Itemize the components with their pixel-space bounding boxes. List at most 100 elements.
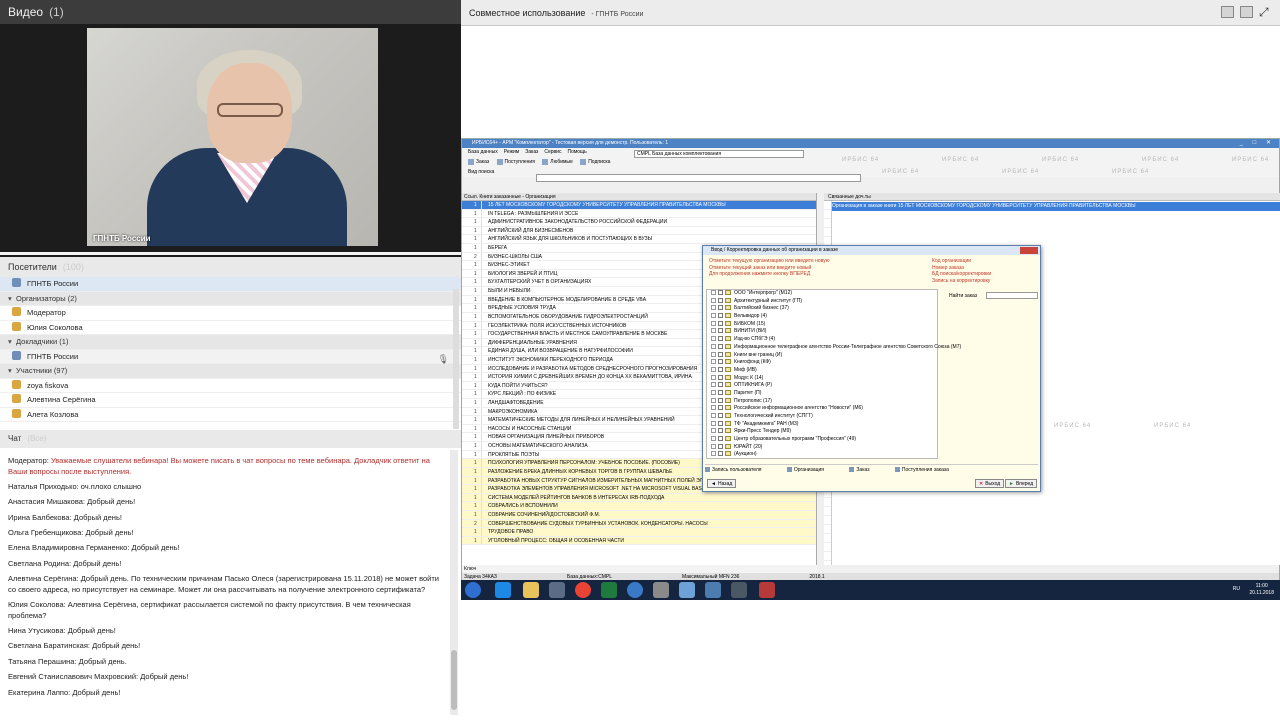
tool-icon[interactable] <box>653 582 669 598</box>
next-button[interactable]: ► Вперед <box>1005 479 1038 488</box>
expand-icon[interactable] <box>711 297 716 303</box>
tree-item[interactable]: Книги вне границ (И) <box>707 351 937 360</box>
tree-item[interactable]: (Аукцион) <box>707 451 937 459</box>
tree-item[interactable]: Изд-во СПбГЭ (4) <box>707 336 937 344</box>
toolbar-button[interactable]: Поступления <box>496 157 535 168</box>
tree-checkbox[interactable] <box>718 413 723 418</box>
chrome-icon[interactable] <box>575 582 591 598</box>
toolbar-button[interactable]: Любимые <box>542 157 573 168</box>
close-icon[interactable] <box>1020 247 1038 254</box>
tree-checkbox[interactable] <box>718 382 723 388</box>
tree-checkbox[interactable] <box>718 451 723 457</box>
chat-scope[interactable]: (Все) <box>27 434 46 443</box>
attendee-row[interactable]: Алевтина Серёгина <box>0 393 461 408</box>
tree-checkbox[interactable] <box>718 297 723 303</box>
explorer-icon[interactable] <box>523 582 539 598</box>
expand-icon[interactable] <box>711 389 716 395</box>
tree-checkbox[interactable] <box>718 313 723 319</box>
search-input[interactable] <box>536 174 861 182</box>
browser-icon[interactable] <box>627 582 643 598</box>
chat-scroll-thumb[interactable] <box>451 650 457 710</box>
tree-checkbox[interactable] <box>718 389 723 395</box>
order-row[interactable]: 1 IN TELEGA : РАЗМЫШЛЕНИЯ И ЭССЕ <box>462 209 816 219</box>
tree-item[interactable]: Ярки-Пресс Тендер (М9) <box>707 428 937 436</box>
menu-item[interactable]: Сервис <box>544 149 561 155</box>
attendee-row[interactable]: Модератор <box>0 306 461 321</box>
key-field[interactable]: Ключ <box>462 565 817 573</box>
tree-checkbox[interactable] <box>718 328 723 334</box>
expand-icon[interactable] <box>711 351 716 357</box>
language-indicator[interactable]: RU <box>1233 586 1240 592</box>
visitors-host-row[interactable]: ГПНТБ России <box>0 277 461 292</box>
order-row[interactable]: 1 АНГЛИЙСКИЙ ЯЗЫК ДЛЯ ШКОЛЬНИКОВ И ПОСТУП… <box>462 235 816 245</box>
order-row[interactable]: 1 15 ЛЕТ МОСКОВСКОМУ ГОРОДСКОМУ УНИВЕРСИТ… <box>462 201 816 210</box>
tree-item[interactable]: ТФ "Академкнига" РАН (М3) <box>707 420 937 429</box>
tree-checkbox[interactable] <box>718 336 723 342</box>
collapse-triangle-icon[interactable]: ▾ <box>8 364 16 379</box>
order-row[interactable]: 1 СИСТЕМА МОДЕЛЕЙ РЕЙТИНГОВ БАНКОВ В ИНТЕ… <box>462 493 816 503</box>
order-row[interactable]: 1 АНГЛИЙСКИЙ ДЛЯ БИЗНЕСМЕНОВ <box>462 226 816 236</box>
tree-checkbox[interactable] <box>718 420 723 426</box>
order-row[interactable]: 2 СОВЕРШЕНСТВОВАНИЕ СУДОВЫХ ТУРБИННЫХ УСТ… <box>462 519 816 529</box>
terminal-icon[interactable] <box>731 582 747 598</box>
expand-icon[interactable] <box>711 343 716 349</box>
attendee-row[interactable]: Юлия Соколова <box>0 321 461 335</box>
attendee-row[interactable]: ГПНТБ России 🎙 <box>0 349 461 364</box>
expand-icon[interactable] <box>711 405 716 411</box>
tree-checkbox[interactable] <box>718 405 723 411</box>
menu-item[interactable]: Помощь <box>567 149 586 155</box>
tree-checkbox[interactable] <box>718 305 723 311</box>
window-icon[interactable] <box>705 582 721 598</box>
database-select[interactable]: CMPL База данных комплектования <box>634 150 804 158</box>
tree-checkbox[interactable] <box>718 359 723 365</box>
tree-checkbox[interactable] <box>718 397 723 403</box>
toolbar-button[interactable]: Заказ <box>468 157 489 168</box>
app-icon[interactable] <box>679 582 695 598</box>
tree-item[interactable]: Вельвидор (4) <box>707 313 937 321</box>
order-row[interactable]: 1 АДМИНИСТРАТИВНОЕ ЗАКОНОДАТЕЛЬСТВО РОССИ… <box>462 218 816 227</box>
tree-checkbox[interactable] <box>718 290 723 295</box>
collapse-triangle-icon[interactable]: ▾ <box>8 292 16 307</box>
tree-checkbox[interactable] <box>718 351 723 357</box>
tab-order[interactable]: Заказ <box>849 467 881 473</box>
group-participants[interactable]: ▾ Участники (97) <box>0 364 461 379</box>
ie-icon[interactable] <box>495 582 511 598</box>
expand-icon[interactable] <box>711 374 716 380</box>
visitors-scrollbar[interactable] <box>453 289 459 429</box>
expand-icon[interactable] <box>711 413 716 418</box>
tree-item[interactable]: Книгофонд (КФ) <box>707 359 937 367</box>
find-order-input[interactable] <box>986 292 1038 299</box>
expand-icon[interactable] <box>711 420 716 426</box>
tree-item[interactable]: Миф (ИВ) <box>707 366 937 375</box>
expand-icon[interactable] <box>711 366 716 372</box>
tree-item[interactable]: Российское информационное агентство "Нов… <box>707 405 937 413</box>
linked-doc-row[interactable]: Организация в заказе книги 15 ЛЕТ МОСКОВ… <box>824 202 1280 211</box>
tree-item[interactable]: Балтийский бизнес (37) <box>707 305 937 313</box>
expand-icon[interactable] <box>711 451 716 457</box>
menu-item[interactable]: База данных <box>468 149 498 155</box>
fit-view-icon[interactable] <box>1221 6 1234 18</box>
tree-checkbox[interactable] <box>718 320 723 326</box>
exit-button[interactable]: ✕ Выход <box>975 479 1005 488</box>
tree-checkbox[interactable] <box>718 366 723 372</box>
menu-item[interactable]: Режим <box>504 149 519 155</box>
expand-icon[interactable] <box>711 359 716 365</box>
group-presenters[interactable]: ▾ Докладчики (1) <box>0 335 461 350</box>
group-organizers[interactable]: ▾ Организаторы (2) <box>0 291 461 307</box>
tree-item[interactable]: ООО "Интерпрогр" (М12) <box>707 290 937 298</box>
expand-icon[interactable] <box>711 436 716 442</box>
expand-icon[interactable] <box>711 382 716 388</box>
toolbar-button[interactable]: Подписка <box>580 157 610 168</box>
tree-checkbox[interactable] <box>718 428 723 434</box>
expand-icon[interactable] <box>711 328 716 334</box>
tree-item[interactable]: Информационное телеграфное агентство Рос… <box>707 343 961 352</box>
attendee-row[interactable]: Алета Козлова <box>0 408 461 422</box>
tree-item[interactable]: Паритет (П) <box>707 389 937 398</box>
tree-item[interactable]: ВИНИТИ (ВИ) <box>707 328 937 336</box>
tab-organization[interactable]: Организация <box>786 467 836 473</box>
expand-icon[interactable] <box>711 305 716 311</box>
expand-icon[interactable] <box>711 336 716 342</box>
expand-icon[interactable] <box>711 313 716 319</box>
collapse-triangle-icon[interactable]: ▾ <box>8 335 16 350</box>
window-controls-icon[interactable]: _ □ ✕ <box>1240 139 1275 148</box>
